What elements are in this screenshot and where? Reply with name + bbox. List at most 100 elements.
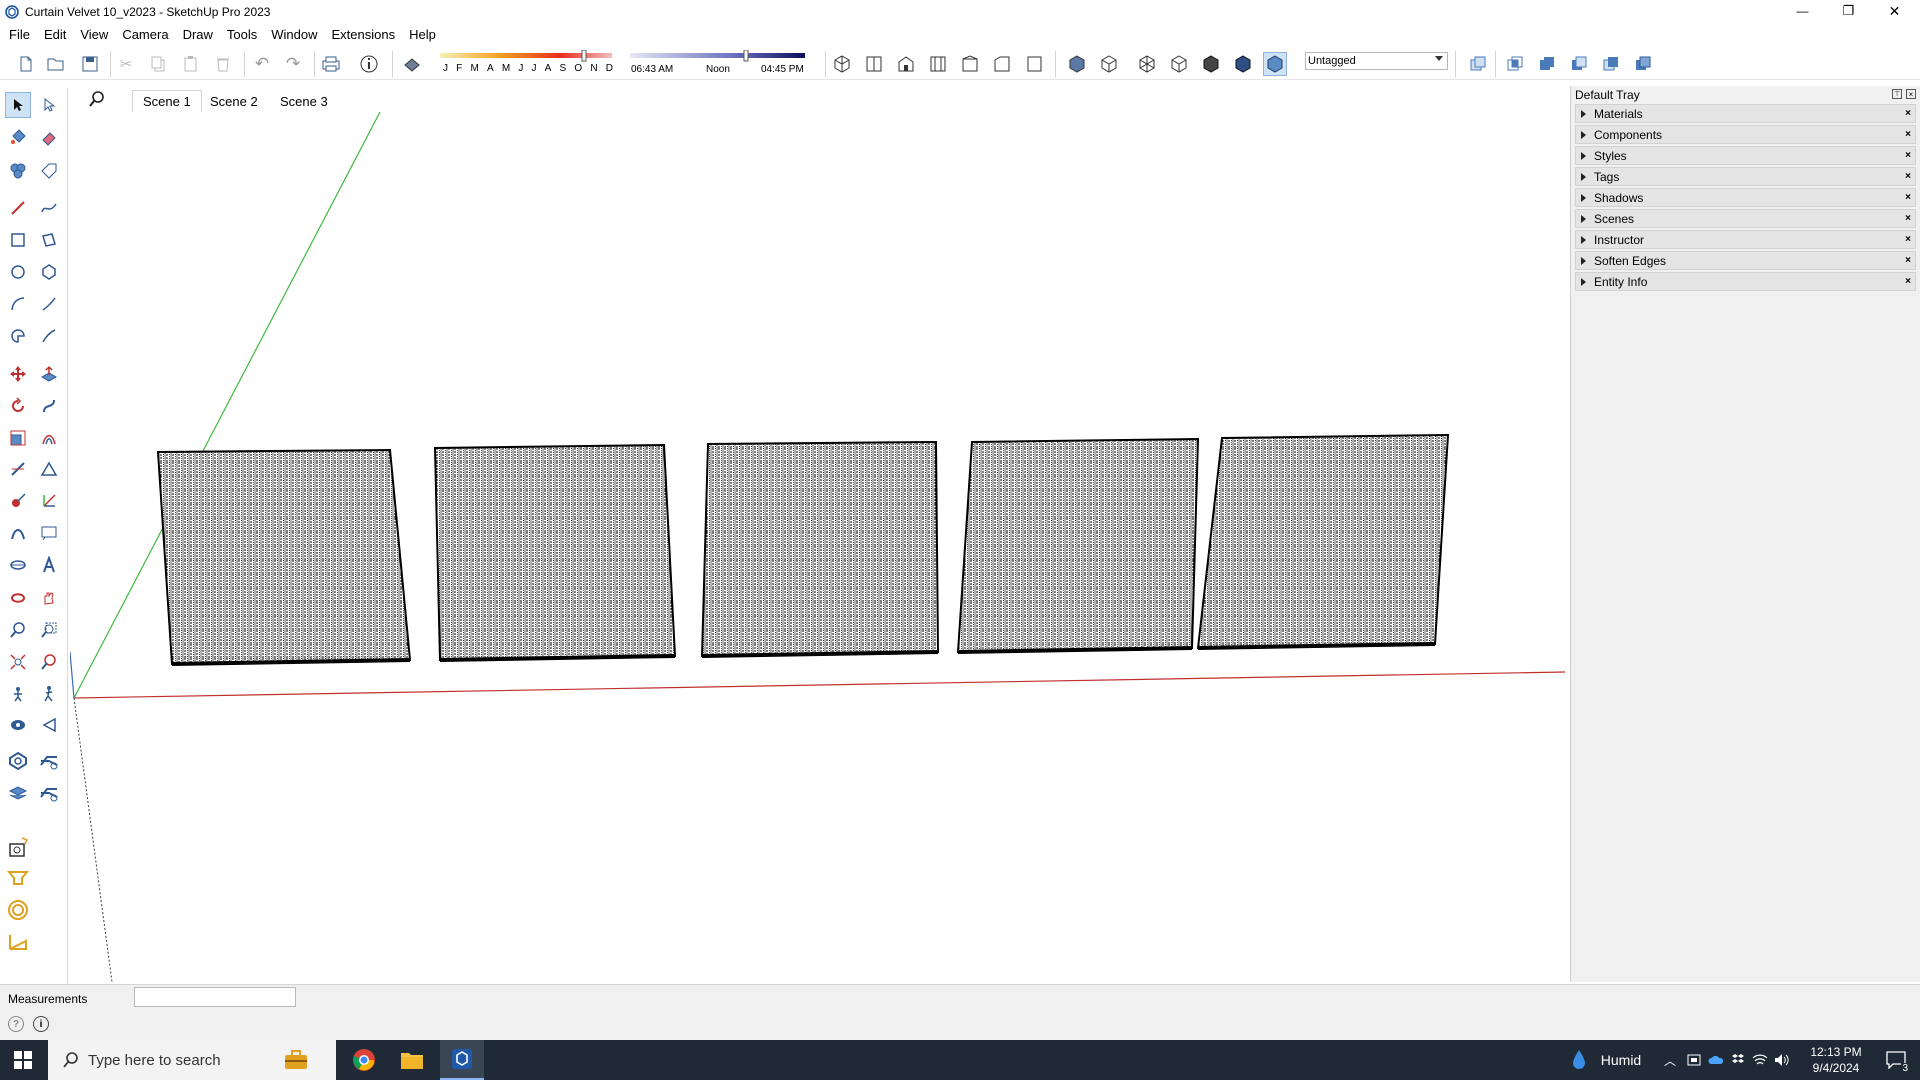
- text-tool-icon[interactable]: [5, 520, 31, 546]
- 3d-text-icon[interactable]: [36, 552, 62, 578]
- rectangle-tool-icon[interactable]: [5, 227, 31, 253]
- top-view-icon[interactable]: [862, 52, 886, 76]
- close-button[interactable]: ✕: [1872, 0, 1917, 22]
- close-icon[interactable]: ×: [1905, 192, 1911, 203]
- restore-button[interactable]: ❐: [1826, 0, 1871, 22]
- menu-tools[interactable]: Tools: [222, 27, 266, 42]
- shaded-textures-style-icon[interactable]: [1231, 52, 1255, 76]
- paste-icon[interactable]: [179, 52, 203, 76]
- tag-tool-icon[interactable]: [36, 158, 62, 184]
- warehouse-icon[interactable]: [5, 834, 31, 860]
- monochrome-style-icon[interactable]: [1263, 52, 1287, 76]
- look-around-icon[interactable]: [5, 712, 31, 738]
- subtract-icon[interactable]: [1567, 52, 1591, 76]
- previous-view-icon[interactable]: [36, 649, 62, 675]
- offset-tool-icon[interactable]: [36, 425, 62, 451]
- orbit-tool-icon[interactable]: [5, 585, 31, 611]
- lasso-select-icon[interactable]: [36, 92, 62, 118]
- push-pull-icon[interactable]: [36, 361, 62, 387]
- split-icon[interactable]: [1631, 52, 1655, 76]
- network-icon[interactable]: [1750, 1040, 1770, 1080]
- measurements-input[interactable]: [134, 987, 296, 1007]
- start-button[interactable]: [0, 1040, 46, 1080]
- paint-bucket-icon[interactable]: [5, 124, 31, 150]
- arc-tool-icon[interactable]: [5, 291, 31, 317]
- freehand-tool-icon[interactable]: [36, 195, 62, 221]
- copy-icon[interactable]: [146, 52, 170, 76]
- curtain-panel[interactable]: [700, 440, 940, 658]
- extension-warehouse-icon[interactable]: [5, 866, 31, 892]
- 3d-warehouse-share-icon[interactable]: [5, 897, 31, 923]
- meet-now-icon[interactable]: [1684, 1040, 1704, 1080]
- delete-icon[interactable]: [211, 52, 235, 76]
- axes-tool-icon[interactable]: [36, 488, 62, 514]
- eraser-icon[interactable]: [36, 124, 62, 150]
- circle-tool-icon[interactable]: [5, 259, 31, 285]
- redo-icon[interactable]: ↷: [281, 52, 305, 76]
- notifications-button[interactable]: 3: [1878, 1040, 1914, 1080]
- tray-panel-soften-edges[interactable]: Soften Edges ×: [1575, 251, 1916, 270]
- xray-style-icon[interactable]: [1065, 52, 1089, 76]
- zoom-window-icon[interactable]: [36, 617, 62, 643]
- zoom-tool-icon[interactable]: [5, 617, 31, 643]
- menu-camera[interactable]: Camera: [117, 27, 177, 42]
- close-icon[interactable]: ×: [1905, 276, 1911, 287]
- select-tool-icon[interactable]: [5, 92, 31, 118]
- pin-icon[interactable]: ⊤: [1892, 89, 1902, 99]
- tray-panel-materials[interactable]: Materials ×: [1575, 104, 1916, 123]
- three-point-arc-icon[interactable]: [36, 323, 62, 349]
- close-icon[interactable]: ×: [1905, 255, 1911, 266]
- pan-tool-icon[interactable]: [36, 585, 62, 611]
- dimension-tool-icon[interactable]: [5, 488, 31, 514]
- pie-tool-icon[interactable]: [5, 323, 31, 349]
- shadow-time-slider[interactable]: 06:43 AM Noon 04:45 PM: [630, 50, 805, 78]
- front-view-icon[interactable]: [894, 52, 918, 76]
- back-edges-style-icon[interactable]: [1097, 52, 1121, 76]
- walk-tool-icon[interactable]: [36, 681, 62, 707]
- section-plane-icon[interactable]: [5, 552, 31, 578]
- tab-scene-2[interactable]: Scene 2: [200, 90, 268, 112]
- taskbar-app-chrome[interactable]: [344, 1040, 384, 1080]
- close-icon[interactable]: ×: [1905, 150, 1911, 161]
- model-info-icon[interactable]: [357, 52, 381, 76]
- rotate-tool-icon[interactable]: [5, 393, 31, 419]
- sandbox-from-contours-icon[interactable]: [5, 748, 31, 774]
- curtain-panel[interactable]: [156, 448, 412, 666]
- zoom-extents-icon[interactable]: [5, 649, 31, 675]
- curtain-panel[interactable]: [433, 443, 677, 662]
- make-component-icon[interactable]: [5, 158, 31, 184]
- shadows-toggle-icon[interactable]: [400, 52, 424, 76]
- two-point-arc-icon[interactable]: [36, 291, 62, 317]
- scene-search-icon[interactable]: [88, 90, 106, 108]
- tray-panel-tags[interactable]: Tags ×: [1575, 167, 1916, 186]
- hidden-line-style-icon[interactable]: [1167, 52, 1191, 76]
- info-icon[interactable]: i: [33, 1016, 49, 1032]
- wireframe-style-icon[interactable]: [1135, 52, 1159, 76]
- line-tool-icon[interactable]: [5, 195, 31, 221]
- shaded-style-icon[interactable]: [1199, 52, 1223, 76]
- weather-label[interactable]: Humid: [1596, 1040, 1646, 1080]
- tag-select[interactable]: Untagged: [1305, 52, 1448, 70]
- help-question-icon[interactable]: ?: [8, 1016, 24, 1032]
- close-icon[interactable]: ×: [1905, 129, 1911, 140]
- intersect-icon[interactable]: [1503, 52, 1527, 76]
- menu-file[interactable]: File: [4, 27, 39, 42]
- rotated-rectangle-icon[interactable]: [36, 227, 62, 253]
- menu-help[interactable]: Help: [404, 27, 445, 42]
- dropbox-icon[interactable]: [1728, 1040, 1748, 1080]
- tab-scene-3[interactable]: Scene 3: [270, 90, 338, 112]
- menu-edit[interactable]: Edit: [39, 27, 75, 42]
- tray-panel-components[interactable]: Components ×: [1575, 125, 1916, 144]
- viewport-canvas[interactable]: [70, 112, 1565, 982]
- follow-me-icon[interactable]: [36, 393, 62, 419]
- tray-panel-entity-info[interactable]: Entity Info ×: [1575, 272, 1916, 291]
- minimize-button[interactable]: —: [1780, 0, 1825, 22]
- tray-panel-instructor[interactable]: Instructor ×: [1575, 230, 1916, 249]
- volume-icon[interactable]: [1772, 1040, 1792, 1080]
- tray-close-icon[interactable]: ×: [1906, 89, 1916, 99]
- new-file-icon[interactable]: [14, 52, 38, 76]
- tray-panel-styles[interactable]: Styles ×: [1575, 146, 1916, 165]
- polygon-tool-icon[interactable]: [36, 259, 62, 285]
- trim-icon[interactable]: [1599, 52, 1623, 76]
- chevron-up-icon[interactable]: ︿: [1660, 1040, 1680, 1080]
